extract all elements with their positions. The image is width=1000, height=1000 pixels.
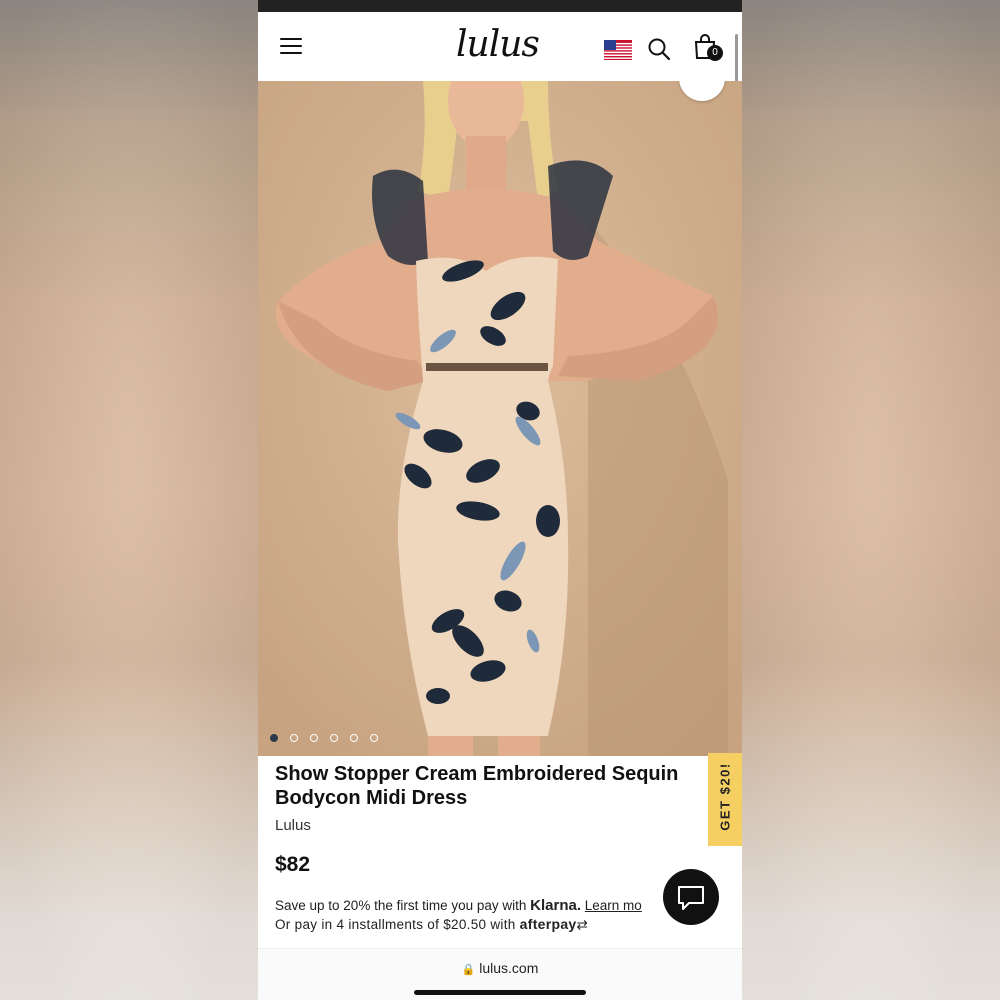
klarna-message: Save up to 20% the first time you pay wi…	[275, 897, 642, 914]
site-header: lulus 0	[258, 12, 742, 81]
status-strip	[258, 0, 742, 12]
get-20-promo-tab[interactable]: GET $20!	[708, 753, 742, 846]
url-text: lulus.com	[479, 960, 539, 976]
carousel-dot[interactable]	[310, 734, 318, 742]
menu-icon[interactable]	[280, 38, 302, 55]
product-image[interactable]	[258, 81, 742, 756]
carousel-dot[interactable]	[270, 734, 278, 742]
home-indicator[interactable]	[414, 990, 586, 995]
klarna-learn-more-link[interactable]: Learn mo	[585, 898, 642, 913]
klarna-logo: Klarna.	[530, 897, 582, 914]
product-photo-illustration	[258, 81, 742, 756]
afterpay-text: Or pay in 4 installments of $20.50 with	[275, 917, 516, 932]
product-title: Show Stopper Cream Embroidered Sequin Bo…	[275, 763, 679, 809]
afterpay-arrow-icon: ⇄	[576, 917, 589, 932]
us-flag-icon[interactable]	[604, 40, 632, 60]
carousel-dot[interactable]	[330, 734, 338, 742]
carousel-dot[interactable]	[370, 734, 378, 742]
lock-icon: 🔒	[461, 964, 476, 976]
promo-label: GET $20!	[717, 762, 733, 831]
background-left	[0, 0, 258, 1000]
chat-bubble-icon	[678, 886, 704, 910]
klarna-text: Save up to 20% the first time you pay wi…	[275, 898, 527, 913]
background-right	[742, 0, 1000, 1000]
carousel-dot[interactable]	[290, 734, 298, 742]
search-icon[interactable]	[647, 37, 671, 61]
carousel-dot[interactable]	[350, 734, 358, 742]
cart-count-badge: 0	[707, 45, 723, 61]
afterpay-logo[interactable]: afterpay	[520, 916, 577, 932]
chat-button[interactable]	[663, 869, 719, 925]
product-price: $82	[275, 853, 311, 876]
product-brand[interactable]: Lulus	[275, 817, 311, 834]
phone-screen: lulus 0 Show Stopper Cream Embroidered S…	[258, 0, 742, 1000]
site-logo[interactable]: lulus	[456, 24, 540, 65]
afterpay-message: Or pay in 4 installments of $20.50 with …	[275, 916, 588, 933]
url-display[interactable]: 🔒 lulus.com	[258, 960, 742, 976]
